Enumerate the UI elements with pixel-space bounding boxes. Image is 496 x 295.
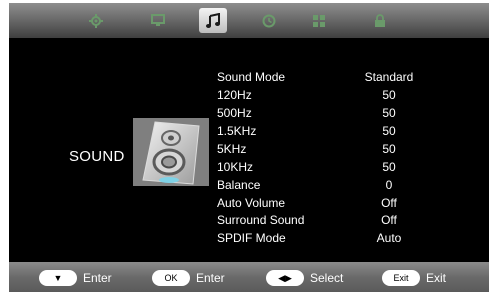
hint-label: Select — [310, 271, 344, 285]
menu-item-label: SPDIF Mode — [217, 231, 286, 245]
menu-item-value: Off — [381, 196, 397, 210]
key-hint-bar: ▼ Enter OK Enter ◀▶ Select Exit Exit — [9, 262, 489, 292]
menu-item-label: 500Hz — [217, 106, 252, 120]
tab-lock[interactable] — [366, 8, 394, 33]
ok-key-icon: OK — [152, 270, 190, 286]
hint-left-right-select: ◀▶ Select — [266, 269, 343, 287]
sound-settings-panel: SOUND Sound Mode Standard 120Hz 50 500Hz… — [9, 38, 489, 262]
left-right-arrow-key-icon: ◀▶ — [266, 270, 304, 286]
menu-item-value: Off — [381, 213, 397, 227]
clock-icon — [262, 14, 276, 27]
menu-item-label: Surround Sound — [217, 213, 305, 227]
menu-item-value: 50 — [382, 88, 396, 102]
menu-item-value: 50 — [382, 142, 396, 156]
menu-item-value: Auto — [376, 231, 402, 245]
speaker-icon — [133, 118, 209, 186]
hint-exit: Exit Exit — [382, 269, 446, 287]
menu-item-label: 5KHz — [217, 142, 247, 156]
music-note-icon — [206, 12, 220, 28]
grid-icon — [313, 14, 325, 27]
hint-label: Enter — [83, 271, 112, 285]
hint-label: Enter — [196, 271, 225, 285]
lock-icon — [375, 13, 385, 27]
monitor-icon — [151, 14, 165, 26]
menu-item-label: 1.5KHz — [217, 124, 257, 138]
hint-label: Exit — [426, 271, 447, 285]
menu-item-value: 50 — [382, 160, 396, 174]
picture-gear-icon — [89, 13, 103, 28]
tab-setup[interactable] — [305, 8, 333, 33]
hint-ok-enter: OK Enter — [152, 269, 225, 287]
section-title: SOUND — [69, 148, 125, 165]
down-arrow-key-icon: ▼ — [39, 270, 77, 286]
menu-item-label: 10KHz — [217, 160, 254, 174]
menu-item-label: 120Hz — [217, 88, 252, 102]
tab-sound[interactable] — [199, 8, 227, 33]
menu-item-value: 50 — [382, 124, 396, 138]
hint-down-enter: ▼ Enter — [39, 269, 112, 287]
tab-picture[interactable] — [82, 8, 110, 33]
menu-item-value: 0 — [385, 178, 393, 192]
menu-item-label: Balance — [217, 178, 261, 192]
tab-screen[interactable] — [144, 8, 172, 33]
menu-item-label: Sound Mode — [217, 70, 286, 84]
exit-key-icon: Exit — [382, 270, 420, 286]
tab-time[interactable] — [255, 8, 283, 33]
menu-tab-bar — [9, 3, 489, 38]
tv-osd-window: SOUND Sound Mode Standard 120Hz 50 500Hz… — [9, 3, 489, 292]
menu-item-value: Standard — [364, 70, 414, 84]
menu-item-value: 50 — [382, 106, 396, 120]
menu-item-label: Auto Volume — [217, 196, 286, 210]
